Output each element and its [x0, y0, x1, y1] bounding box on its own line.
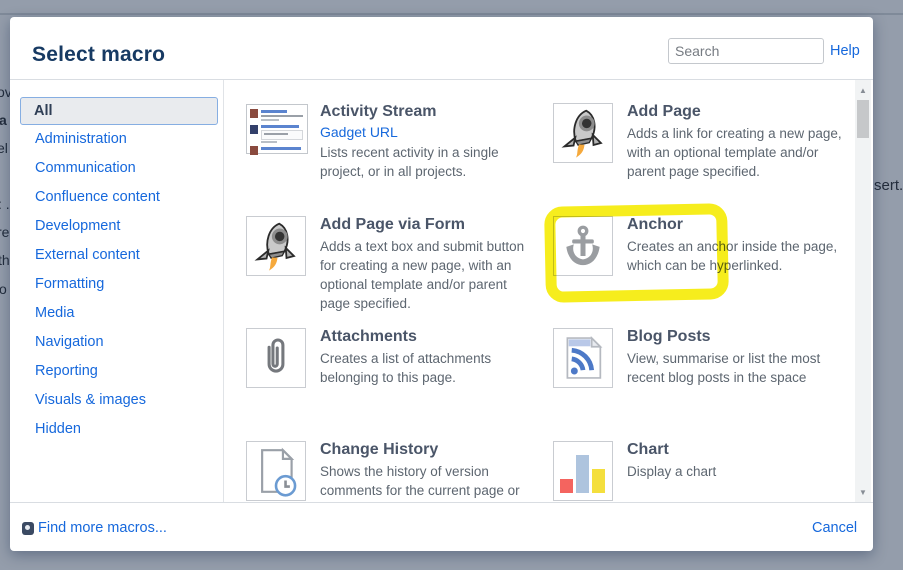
macro-item-add-page-via-form[interactable]: Add Page via Form Adds a text box and su…	[246, 216, 546, 321]
macro-description: View, summarise or list the most recent …	[627, 349, 855, 387]
sidebar-item-all[interactable]: All	[20, 97, 218, 125]
rocket-icon	[553, 103, 613, 163]
sidebar-item-navigation[interactable]: Navigation	[20, 328, 218, 357]
macro-title: Activity Stream	[320, 103, 532, 121]
macro-description: Lists recent activity in a single projec…	[320, 143, 532, 181]
find-more-macros-label: Find more macros...	[38, 520, 167, 536]
macro-title: Change History	[320, 441, 532, 459]
macro-alias: Gadget URL	[320, 124, 532, 140]
macro-item-add-page[interactable]: Add Page Adds a link for creating a new …	[553, 103, 853, 208]
background-page-divider	[0, 13, 903, 15]
sidebar-item-reporting[interactable]: Reporting	[20, 357, 218, 386]
macro-list: Activity Stream Gadget URL Lists recent …	[224, 80, 855, 502]
macro-title: Attachments	[320, 328, 532, 346]
macro-description: Adds a text box and submit button for cr…	[320, 237, 532, 313]
background-text-fragment: sert.	[874, 177, 903, 194]
sidebar-item-formatting[interactable]: Formatting	[20, 270, 218, 299]
sidebar-item-communication[interactable]: Communication	[20, 154, 218, 183]
macro-description: Shows the history of version comments fo…	[320, 462, 532, 500]
macro-title: Chart	[627, 441, 855, 459]
macro-item-activity-stream[interactable]: Activity Stream Gadget URL Lists recent …	[246, 103, 546, 208]
activity-stream-icon	[246, 105, 308, 153]
change-history-icon	[246, 441, 306, 501]
macro-item-chart[interactable]: Chart Display a chart	[553, 441, 853, 502]
footer-divider	[10, 502, 873, 503]
macro-description: Adds a link for creating a new page, wit…	[627, 124, 855, 181]
sidebar-item-confluence-content[interactable]: Confluence content	[20, 183, 218, 212]
macro-description: Display a chart	[627, 462, 855, 481]
background-text-fragment: : .	[0, 196, 10, 212]
background-text-fragment: el	[0, 140, 8, 156]
chart-icon	[553, 441, 613, 501]
macro-title: Anchor	[627, 216, 855, 234]
blog-posts-icon	[553, 328, 613, 388]
macro-title: Add Page via Form	[320, 216, 532, 234]
find-more-macros-link[interactable]: Find more macros...	[22, 520, 167, 536]
macro-item-anchor[interactable]: Anchor Creates an anchor inside the page…	[553, 216, 853, 321]
macro-title: Blog Posts	[627, 328, 855, 346]
sidebar-item-visuals-images[interactable]: Visuals & images	[20, 386, 218, 415]
macro-list-scrollbar[interactable]: ▲ ▼	[855, 80, 871, 502]
background-text-fragment: a	[0, 112, 7, 128]
sidebar-item-media[interactable]: Media	[20, 299, 218, 328]
background-text-fragment: o	[0, 281, 7, 297]
scroll-down-icon[interactable]: ▼	[855, 484, 871, 500]
macro-item-change-history[interactable]: Change History Shows the history of vers…	[246, 441, 546, 502]
scroll-up-icon[interactable]: ▲	[855, 82, 871, 98]
scrollbar-thumb[interactable]	[857, 100, 869, 138]
sidebar-item-hidden[interactable]: Hidden	[20, 415, 218, 444]
sidebar-item-external-content[interactable]: External content	[20, 241, 218, 270]
help-link[interactable]: Help	[830, 43, 860, 59]
anchor-icon	[553, 216, 613, 276]
macro-item-blog-posts[interactable]: Blog Posts View, summarise or list the m…	[553, 328, 853, 433]
rocket-icon	[246, 216, 306, 276]
sidebar-item-development[interactable]: Development	[20, 212, 218, 241]
marketplace-icon	[22, 522, 34, 535]
macro-description: Creates a list of attachments belonging …	[320, 349, 532, 387]
macro-item-attachments[interactable]: Attachments Creates a list of attachment…	[246, 328, 546, 433]
cancel-button[interactable]: Cancel	[812, 520, 857, 536]
select-macro-dialog: Select macro Help All Administration Com…	[10, 17, 873, 551]
search-input[interactable]	[668, 38, 824, 64]
macro-description: Creates an anchor inside the page, which…	[627, 237, 855, 275]
background-text-fragment: th	[0, 252, 10, 268]
dialog-title: Select macro	[32, 43, 165, 67]
sidebar-item-administration[interactable]: Administration	[20, 125, 218, 154]
category-sidebar: All Administration Communication Conflue…	[20, 97, 218, 444]
paperclip-icon	[246, 328, 306, 388]
macro-title: Add Page	[627, 103, 855, 121]
background-text-fragment: re	[0, 224, 9, 240]
